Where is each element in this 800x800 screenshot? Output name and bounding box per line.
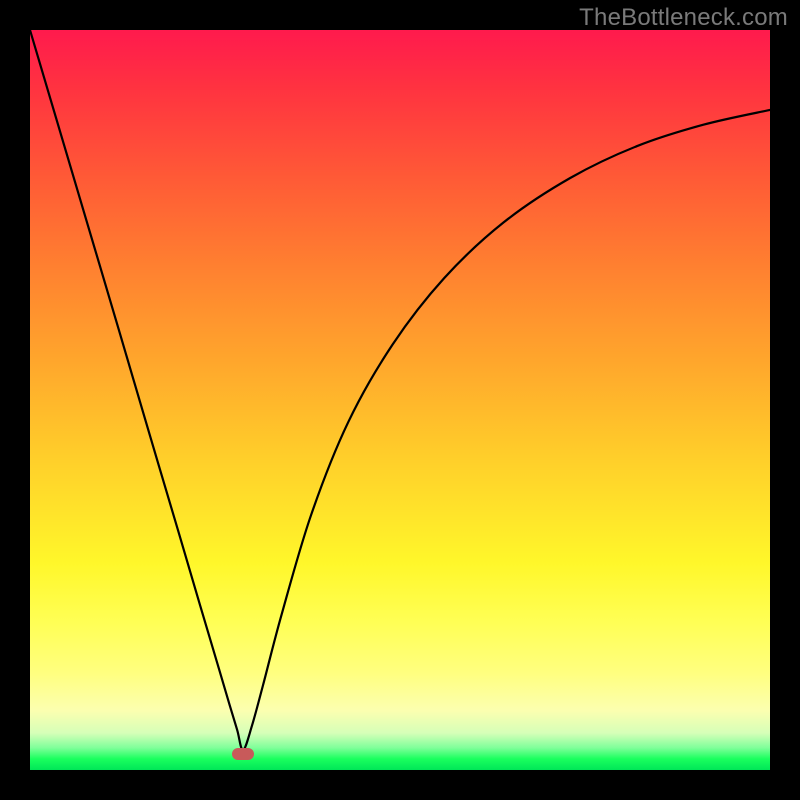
bottleneck-curve [30,30,770,770]
chart-frame: TheBottleneck.com [0,0,800,800]
plot-gradient-area [30,30,770,770]
minimum-marker [232,748,254,760]
watermark-text: TheBottleneck.com [579,4,788,32]
